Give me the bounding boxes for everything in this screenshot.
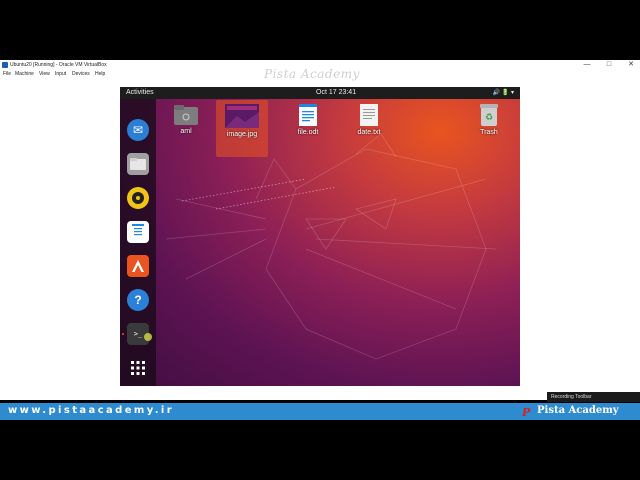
files-icon[interactable]	[127, 153, 149, 175]
desktop-item-aml[interactable]: aml	[160, 105, 212, 135]
pista-logo-icon: P	[522, 406, 531, 419]
system-tray[interactable]: 🔊 🔋 ▾	[493, 87, 514, 99]
desktop-item-label: aml	[180, 128, 192, 135]
gnome-topbar: Activities Oct 17 23:41 🔊 🔋 ▾	[120, 87, 520, 99]
desktop-item-trash[interactable]: ♻ Trash	[463, 104, 515, 136]
desktop-item-label: file.odt	[297, 129, 319, 136]
writer-icon[interactable]	[127, 221, 149, 243]
rhythmbox-icon[interactable]	[127, 187, 149, 209]
maximize-button[interactable]: □	[602, 60, 616, 70]
document-icon	[299, 104, 317, 126]
software-icon[interactable]	[127, 255, 149, 277]
close-button[interactable]: ✕	[624, 60, 638, 70]
trash-icon: ♻	[480, 104, 498, 126]
website-url[interactable]: www.pistaacademy.ir	[8, 405, 174, 416]
minimize-button[interactable]: —	[580, 60, 594, 70]
cursor-highlight	[144, 333, 152, 341]
clock[interactable]: Oct 17 23:41	[316, 87, 356, 99]
desktop-item-label: date.txt	[357, 129, 381, 136]
thunderbird-icon[interactable]: ✉	[127, 119, 149, 141]
folder-icon	[174, 105, 198, 125]
desktop-item-image-jpg[interactable]: image.jpg	[216, 100, 268, 157]
footer-banner: www.pistaacademy.ir P Pista Academy	[0, 403, 640, 420]
menu-input[interactable]: Input	[55, 71, 66, 77]
menu-view[interactable]: View	[39, 71, 50, 77]
desktop-item-file-odt[interactable]: file.odt	[282, 104, 334, 136]
menu-devices[interactable]: Devices	[72, 71, 90, 77]
desktop-item-label: Trash	[480, 129, 498, 136]
help-icon[interactable]: ?	[127, 289, 149, 311]
virtualbox-window: Ubuntu20 [Running] - Oracle VM VirtualBo…	[0, 60, 640, 400]
menu-help[interactable]: Help	[95, 71, 105, 77]
desktop-item-date-txt[interactable]: date.txt	[343, 104, 395, 136]
menu-machine[interactable]: Machine	[15, 71, 34, 77]
image-icon	[225, 104, 259, 128]
running-indicator	[122, 333, 124, 335]
ubuntu-cat-wallpaper	[165, 133, 497, 360]
brand-name: Pista Academy	[537, 405, 619, 416]
apps-grid-icon[interactable]	[127, 357, 149, 379]
recording-toolbar[interactable]: Recording Toolbar	[547, 392, 640, 402]
virtualbox-icon	[2, 62, 8, 68]
text-file-icon	[360, 104, 378, 126]
watermark-text: Pista Academy	[264, 67, 360, 81]
menu-file[interactable]: File	[3, 71, 11, 77]
svg-text:♻: ♻	[485, 113, 493, 123]
window-title: Ubuntu20 [Running] - Oracle VM VirtualBo…	[10, 62, 107, 68]
dock: ✉ ? >_	[120, 99, 156, 386]
vm-screen[interactable]: Activities Oct 17 23:41 🔊 🔋 ▾ ✉ ? >_ aml…	[120, 87, 520, 386]
activities-button[interactable]: Activities	[126, 87, 154, 99]
desktop-item-label: image.jpg	[226, 131, 258, 138]
